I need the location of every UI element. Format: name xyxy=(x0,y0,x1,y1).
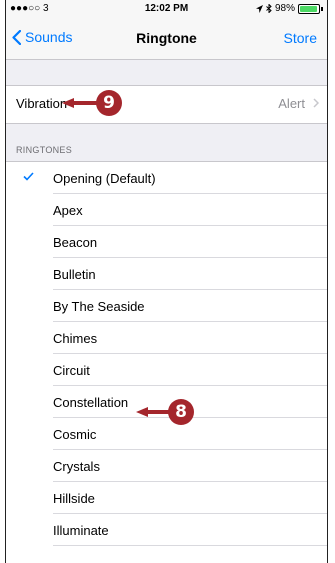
phone-screen: ●●●○○ 3 12:02 PM 98% Sounds Ringtone Sto… xyxy=(5,0,328,563)
callout-8-badge: 8 xyxy=(168,399,194,425)
callout-9-badge: 9 xyxy=(96,90,122,116)
callout-arrows xyxy=(62,98,174,417)
